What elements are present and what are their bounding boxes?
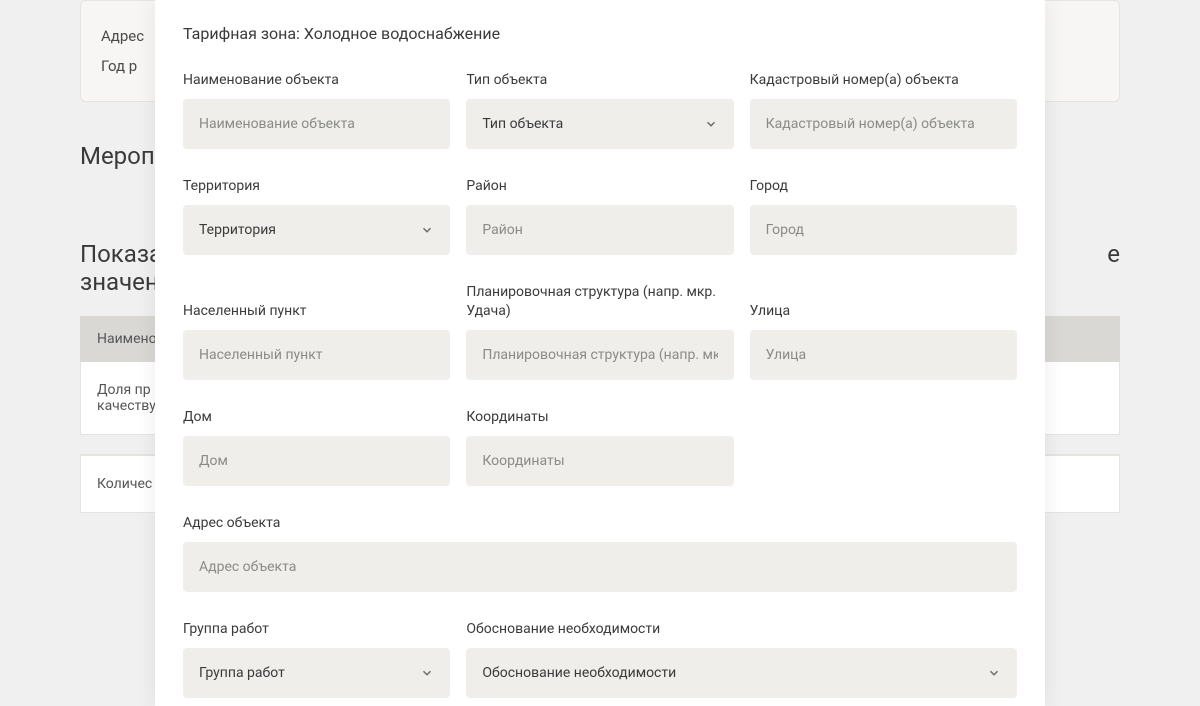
field-house: Дом <box>183 408 450 486</box>
label-object-name: Наименование объекта <box>183 71 450 89</box>
input-house[interactable] <box>183 436 450 486</box>
modal-dialog: Тарифная зона: Холодное водоснабжение На… <box>155 0 1045 706</box>
input-cadastral[interactable] <box>750 99 1017 149</box>
field-district: Район <box>466 177 733 255</box>
field-work-group: Группа работ Группа работ <box>183 620 450 698</box>
input-object-name[interactable] <box>183 99 450 149</box>
field-justification: Обоснование необходимости Обоснование не… <box>466 620 1017 698</box>
select-object-type[interactable]: Тип объекта <box>466 99 733 149</box>
label-work-group: Группа работ <box>183 620 450 638</box>
label-city: Город <box>750 177 1017 195</box>
field-cadastral: Кадастровый номер(а) объекта <box>750 71 1017 149</box>
select-work-group[interactable]: Группа работ <box>183 648 450 698</box>
label-justification: Обоснование необходимости <box>466 620 1017 638</box>
field-object-address: Адрес объекта <box>183 514 1017 592</box>
field-city: Город <box>750 177 1017 255</box>
field-territory: Территория Территория <box>183 177 450 255</box>
form-row: Территория Территория Район Город <box>183 177 1017 255</box>
bg-heading-2a: Показа <box>80 240 162 268</box>
field-street: Улица <box>750 302 1017 380</box>
bg-heading-2b: значен <box>80 268 162 296</box>
form-row: Дом Координаты <box>183 408 1017 486</box>
input-street[interactable] <box>750 330 1017 380</box>
label-territory: Территория <box>183 177 450 195</box>
form-row: Адрес объекта <box>183 514 1017 592</box>
select-justification[interactable]: Обоснование необходимости <box>466 648 1017 698</box>
input-district[interactable] <box>466 205 733 255</box>
input-object-address[interactable] <box>183 542 1017 592</box>
select-territory[interactable]: Территория <box>183 205 450 255</box>
bg-heading-suffix: е <box>1107 240 1120 268</box>
label-coordinates: Координаты <box>466 408 733 426</box>
input-coordinates[interactable] <box>466 436 733 486</box>
field-settlement: Населенный пункт <box>183 302 450 380</box>
label-settlement: Населенный пункт <box>183 302 450 320</box>
field-planning-structure: Планировочная структура (напр. мкр. Удач… <box>466 283 733 379</box>
label-object-address: Адрес объекта <box>183 514 1017 532</box>
form-row: Населенный пункт Планировочная структура… <box>183 283 1017 379</box>
input-planning-structure[interactable] <box>466 330 733 380</box>
label-cadastral: Кадастровый номер(а) объекта <box>750 71 1017 89</box>
input-city[interactable] <box>750 205 1017 255</box>
form-row: Группа работ Группа работ Обоснование не… <box>183 620 1017 698</box>
label-street: Улица <box>750 302 1017 320</box>
label-planning-structure: Планировочная структура (напр. мкр. Удач… <box>466 283 733 319</box>
label-house: Дом <box>183 408 450 426</box>
field-object-name: Наименование объекта <box>183 71 450 149</box>
input-settlement[interactable] <box>183 330 450 380</box>
modal-title: Тарифная зона: Холодное водоснабжение <box>183 24 1017 43</box>
field-object-type: Тип объекта Тип объекта <box>466 71 733 149</box>
field-coordinates: Координаты <box>466 408 733 486</box>
form-row: Наименование объекта Тип объекта Тип объ… <box>183 71 1017 149</box>
label-district: Район <box>466 177 733 195</box>
label-object-type: Тип объекта <box>466 71 733 89</box>
